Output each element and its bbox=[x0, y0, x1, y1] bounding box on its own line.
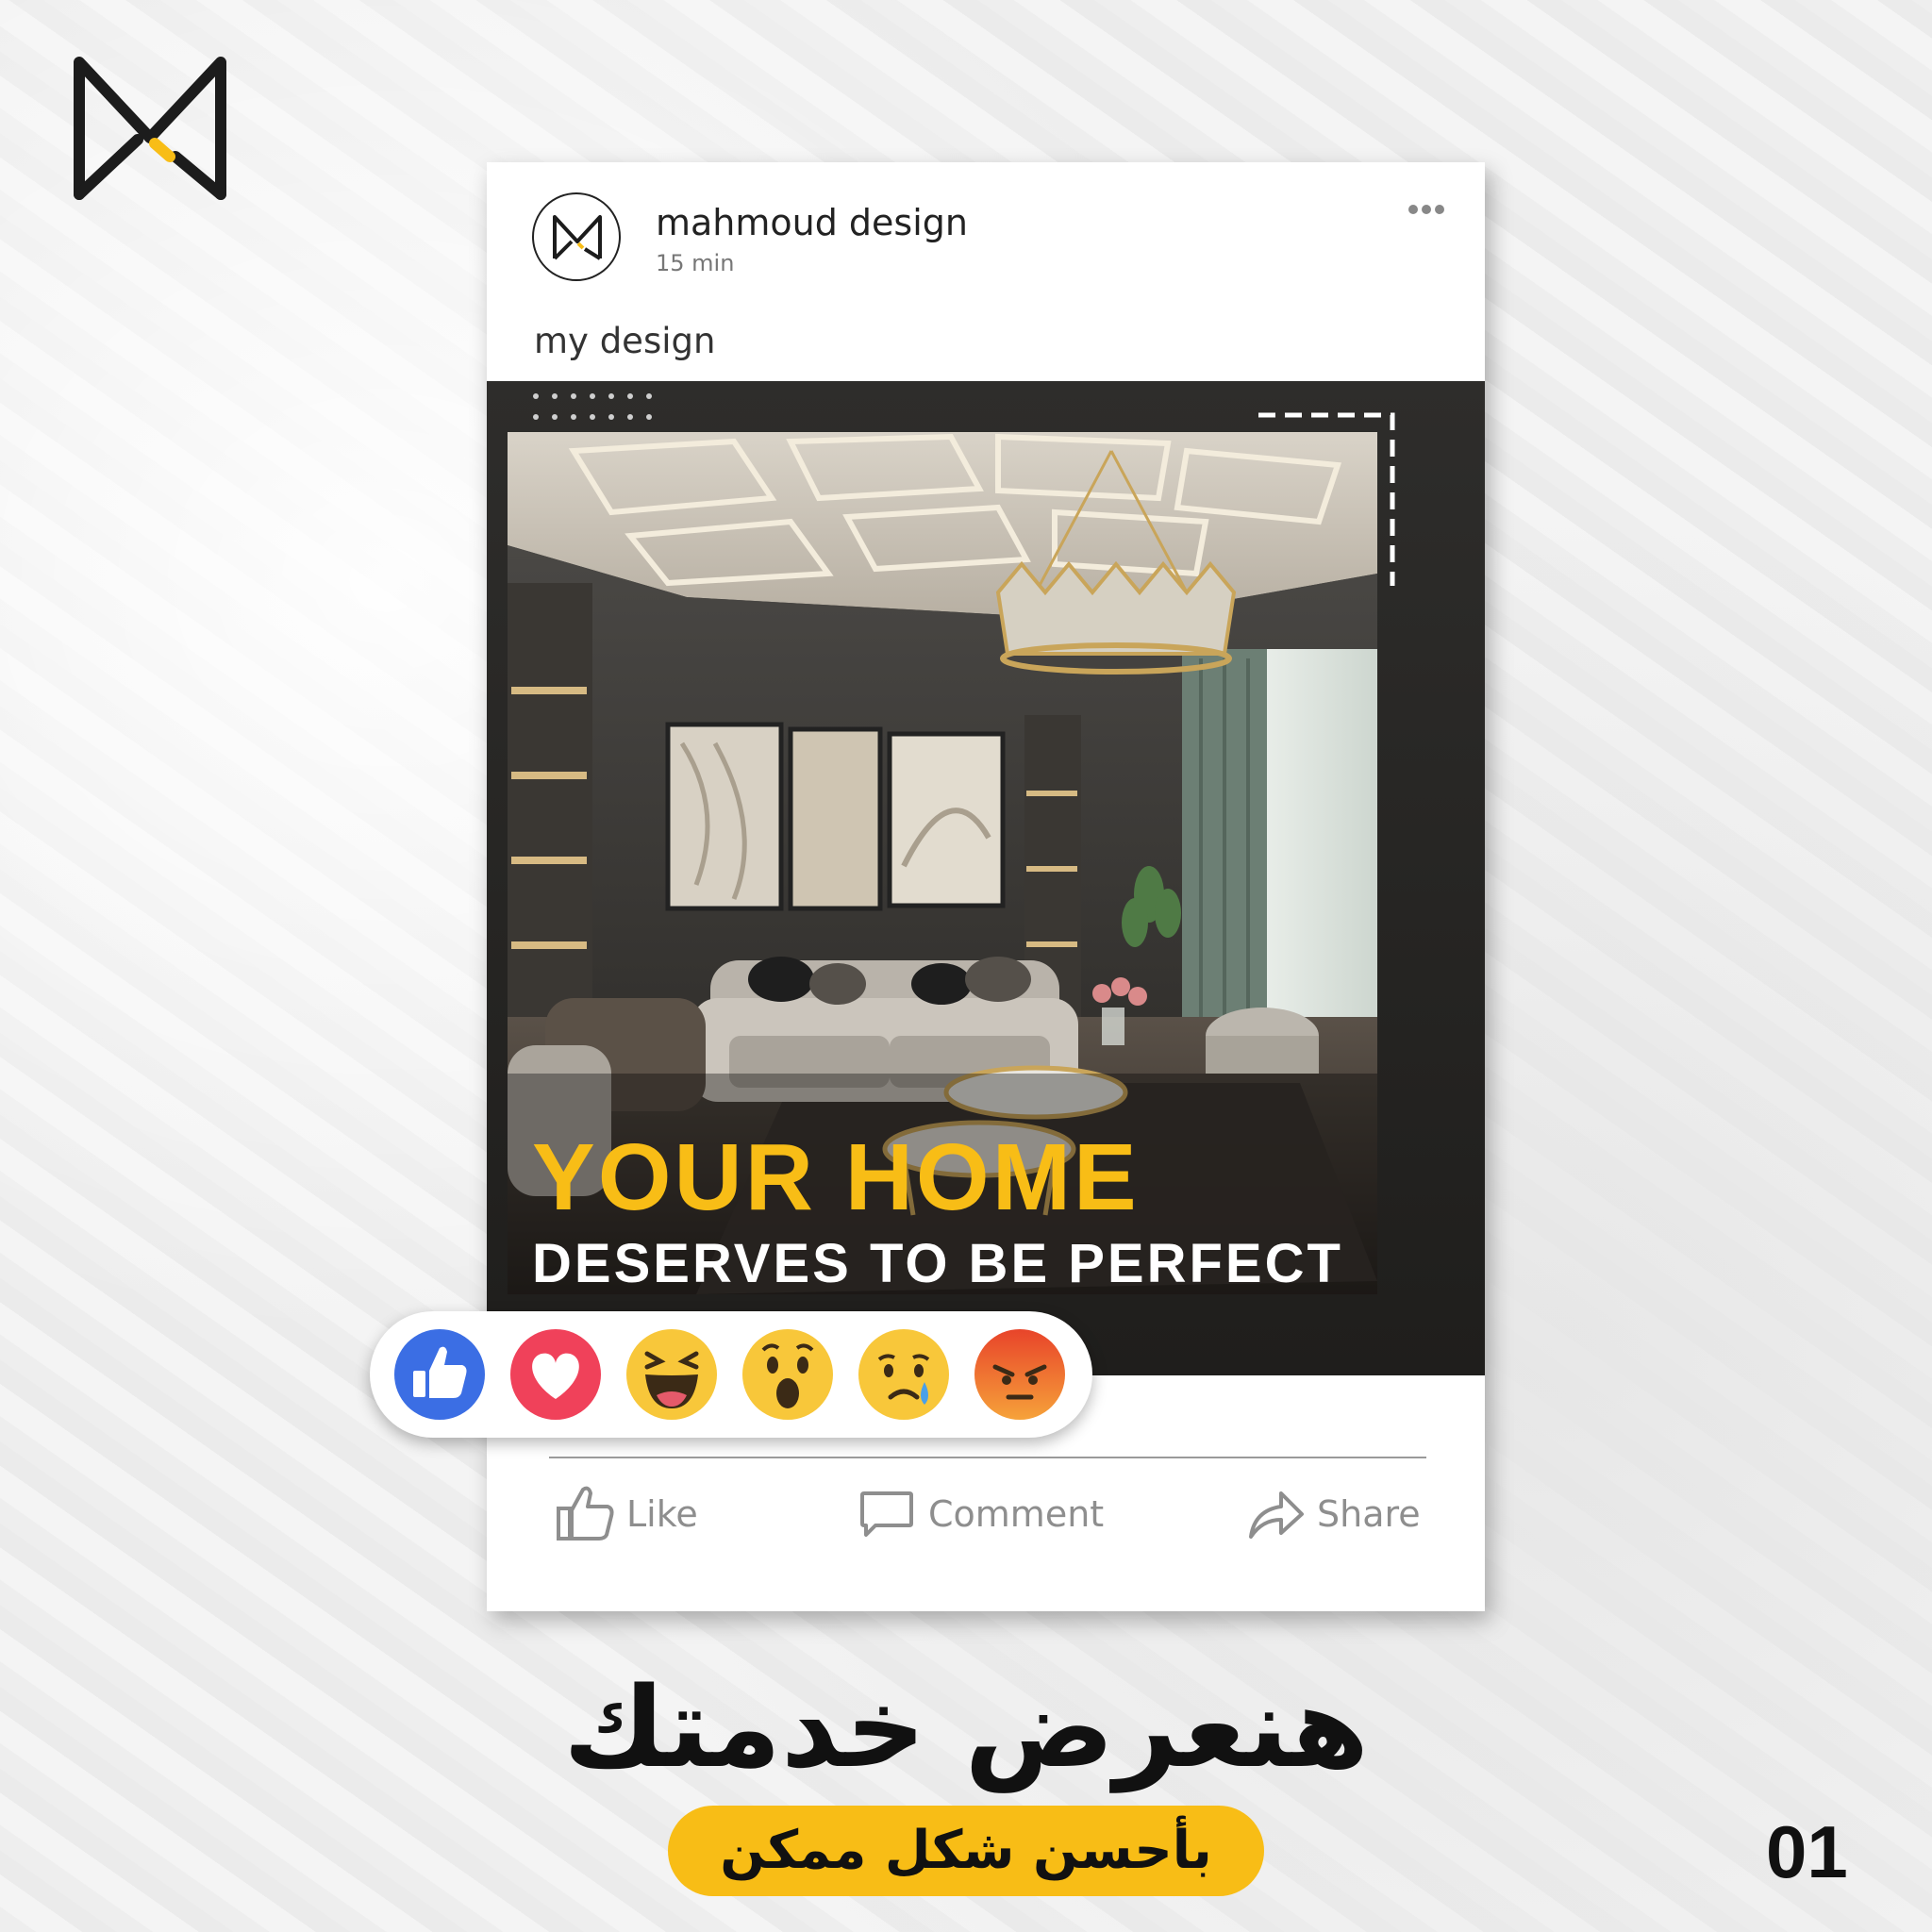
post-image[interactable]: YOUR HOME DESERVES TO BE PERFECT bbox=[487, 381, 1485, 1375]
heart-icon bbox=[510, 1329, 601, 1420]
page-number: 01 bbox=[1766, 1810, 1848, 1893]
share-label: Share bbox=[1317, 1493, 1421, 1535]
author-name[interactable]: mahmoud design bbox=[656, 202, 968, 243]
angry-face-icon bbox=[974, 1329, 1065, 1420]
like-label: Like bbox=[626, 1493, 698, 1535]
promo-subtitle-pill: بأحسن شكل ممكن bbox=[668, 1806, 1264, 1896]
reaction-sad[interactable] bbox=[857, 1327, 951, 1422]
promo-title: هنعرض خدمتك bbox=[562, 1662, 1370, 1792]
post-header: mahmoud design 15 min bbox=[532, 192, 1457, 283]
reaction-like[interactable] bbox=[392, 1327, 487, 1422]
brand-logo bbox=[74, 57, 226, 200]
post-caption: my design bbox=[534, 321, 716, 361]
side-watermark bbox=[1374, 494, 1468, 1249]
post-divider bbox=[549, 1457, 1426, 1458]
brand-logo-icon bbox=[553, 215, 602, 260]
headline-sub: DESERVES TO BE PERFECT bbox=[532, 1233, 1343, 1294]
reaction-angry[interactable] bbox=[973, 1327, 1067, 1422]
reaction-wow[interactable] bbox=[741, 1327, 835, 1422]
laughing-face-icon bbox=[626, 1329, 717, 1420]
reaction-haha[interactable] bbox=[625, 1327, 719, 1422]
avatar[interactable] bbox=[532, 192, 621, 281]
sad-face-icon bbox=[858, 1329, 949, 1420]
reaction-bar bbox=[370, 1311, 1092, 1438]
comment-button[interactable]: Comment bbox=[857, 1479, 1104, 1549]
headline: YOUR HOME DESERVES TO BE PERFECT bbox=[532, 1130, 1343, 1294]
surprised-face-icon bbox=[742, 1329, 833, 1420]
reaction-love[interactable] bbox=[508, 1327, 603, 1422]
share-arrow-icon bbox=[1249, 1491, 1304, 1539]
comment-label: Comment bbox=[928, 1493, 1105, 1535]
comment-icon bbox=[860, 1491, 913, 1537]
interior-room-photo: YOUR HOME DESERVES TO BE PERFECT bbox=[508, 432, 1377, 1294]
share-button[interactable]: Share bbox=[1245, 1479, 1421, 1549]
like-button[interactable]: Like bbox=[555, 1479, 698, 1549]
thumbs-up-icon bbox=[394, 1329, 485, 1420]
decorative-dot-grid bbox=[533, 393, 652, 420]
headline-main: YOUR HOME bbox=[532, 1124, 1140, 1230]
post-timestamp: 15 min bbox=[656, 250, 735, 276]
thumbs-up-icon bbox=[557, 1486, 614, 1541]
more-options-icon[interactable] bbox=[1396, 200, 1457, 228]
